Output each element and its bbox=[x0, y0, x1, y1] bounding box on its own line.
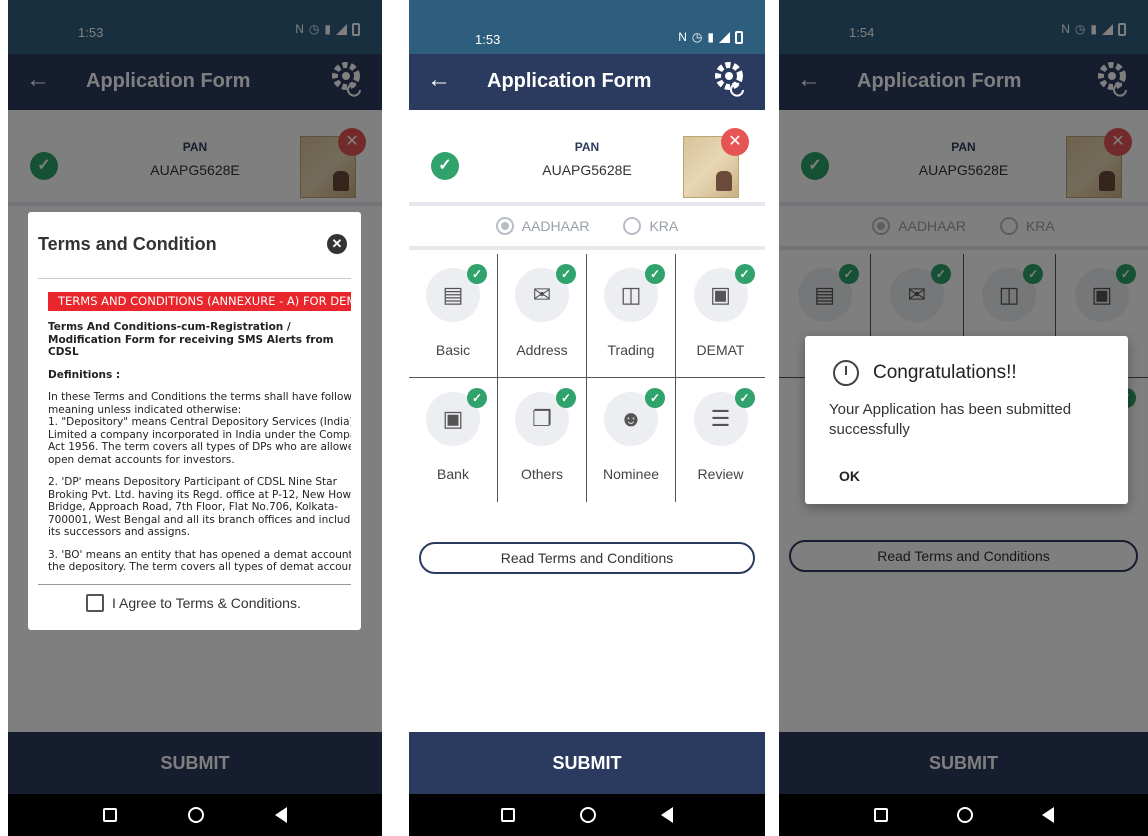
text-line: In these Terms and Conditions the terms … bbox=[48, 391, 351, 403]
recents-icon[interactable] bbox=[501, 808, 516, 822]
pan-card: ✓ PAN AUAPG5628E ✕ bbox=[409, 118, 765, 206]
gear-refresh-icon[interactable] bbox=[711, 58, 751, 98]
home-icon[interactable] bbox=[579, 807, 596, 823]
kyc-source-radio-group: AADHAAR KRA bbox=[409, 206, 765, 250]
check-circle-icon: ✓ bbox=[734, 264, 755, 284]
text-line: 700001, West Bengal and all its branch o… bbox=[48, 513, 351, 526]
section-bank[interactable]: ▣ ✓ Bank bbox=[409, 378, 498, 502]
checkbox-icon[interactable] bbox=[86, 594, 104, 612]
nfc-icon: N bbox=[678, 30, 687, 44]
section-label: Nominee bbox=[602, 466, 660, 482]
home-icon[interactable] bbox=[956, 807, 973, 823]
dialog-header: Congratulations!! bbox=[833, 360, 1017, 386]
recents-icon[interactable] bbox=[103, 808, 118, 822]
text-line: meaning unless indicated otherwise: bbox=[48, 403, 242, 416]
status-icons: N ◷ ▮ bbox=[678, 30, 743, 44]
terms-para-3: 3. 'BO' means an entity that has opened … bbox=[48, 549, 351, 574]
definitions-heading: Definitions : bbox=[48, 368, 121, 381]
radio-selected-icon[interactable] bbox=[495, 217, 514, 235]
terms-para-1: In these Terms and Conditions the terms … bbox=[48, 391, 351, 466]
terms-body[interactable]: TERMS AND CONDITIONS (ANNEXURE - A) FOR … bbox=[38, 284, 351, 582]
check-circle-icon: ✓ bbox=[734, 388, 755, 408]
text-line: the depository. The term covers all type… bbox=[48, 561, 351, 573]
screen-terms: 1:53 N ◷ ▮ ← Application Form ✓ PAN AUAP… bbox=[8, 0, 382, 836]
section-label: Bank bbox=[437, 466, 469, 482]
check-circle-icon: ✓ bbox=[556, 388, 576, 408]
close-icon[interactable]: ✕ bbox=[327, 234, 347, 254]
text-line: 3. 'BO' means an entity that has opened … bbox=[48, 548, 351, 561]
section-label: DEMAT bbox=[696, 342, 745, 358]
text-line: its successors and assigns. bbox=[48, 526, 190, 538]
main-content: ✓ PAN AUAPG5628E ✕ AADHAAR KRA ▤ ✓ Basic ✉… bbox=[409, 110, 765, 732]
section-label: Trading bbox=[607, 342, 655, 358]
radio-aadhaar[interactable]: AADHAAR bbox=[495, 217, 590, 235]
page-title: Application Form bbox=[487, 70, 652, 92]
radio-label: AADHAAR bbox=[521, 218, 590, 234]
text-line: Bridge, Approach Road, 7th Floor, Flat N… bbox=[48, 501, 339, 513]
text-line: Limited a company incorporated in India … bbox=[48, 428, 351, 441]
back-arrow-icon[interactable]: ← bbox=[427, 66, 451, 94]
screen-application-form: 1:53 N ◷ ▮ ← Application Form ✓ PAN AUAP… bbox=[409, 0, 765, 836]
section-review[interactable]: ☰ ✓ Review bbox=[676, 378, 765, 502]
dialog-message: Your Application has been submitted succ… bbox=[829, 401, 1072, 438]
terms-para-2: 2. 'DP' means Depository Participant of … bbox=[48, 476, 351, 539]
close-circle-icon[interactable]: ✕ bbox=[721, 128, 749, 156]
stopwatch-icon bbox=[833, 360, 859, 386]
terms-banner: TERMS AND CONDITIONS (ANNEXURE - A) FOR … bbox=[48, 292, 351, 311]
terms-subtitle: Terms And Conditions-cum-Registration / … bbox=[48, 321, 334, 358]
section-grid: ▤ ✓ Basic ✉ ✓ Address ◫ ✓ Trading ▣ ✓ DEMAT ▣ ✓ Ba… bbox=[409, 254, 765, 502]
success-dialog: Congratulations!! Your Application has b… bbox=[805, 336, 1128, 504]
section-others[interactable]: ❐ ✓ Others bbox=[498, 378, 587, 502]
text-line: open demat accounts for investors. bbox=[48, 453, 235, 466]
radio-empty-icon[interactable] bbox=[623, 217, 642, 235]
text-line: 2. 'DP' means Depository Participant of … bbox=[48, 476, 337, 488]
check-circle-icon: ✓ bbox=[467, 388, 487, 408]
home-icon[interactable] bbox=[187, 807, 204, 823]
system-nav-bar bbox=[779, 794, 1148, 836]
ok-button[interactable]: OK bbox=[839, 468, 860, 484]
section-label: Others bbox=[520, 466, 563, 482]
app-toolbar: ← Application Form bbox=[409, 54, 765, 110]
back-icon[interactable] bbox=[660, 807, 673, 823]
recents-icon[interactable] bbox=[873, 808, 888, 822]
section-label: Basic bbox=[435, 342, 471, 358]
text-line: Broking Pvt. Ltd. having its Regd. offic… bbox=[48, 488, 351, 501]
vibrate-icon: ▮ bbox=[707, 30, 714, 44]
section-trading[interactable]: ◫ ✓ Trading bbox=[587, 254, 676, 378]
system-nav-bar bbox=[409, 794, 765, 836]
text-line: 1. "Depository" means Central Depository… bbox=[48, 416, 351, 428]
section-label: Address bbox=[516, 342, 568, 358]
dialog-title: Congratulations!! bbox=[873, 362, 1017, 383]
section-nominee[interactable]: ☻ ✓ Nominee bbox=[587, 378, 676, 502]
system-nav-bar bbox=[8, 794, 382, 836]
agree-label: I Agree to Terms & Conditions. bbox=[112, 595, 301, 611]
section-demat[interactable]: ▣ ✓ DEMAT bbox=[676, 254, 765, 378]
back-icon[interactable] bbox=[274, 807, 287, 823]
check-circle-icon: ✓ bbox=[467, 264, 487, 284]
radio-label: KRA bbox=[649, 218, 679, 234]
section-address[interactable]: ✉ ✓ Address bbox=[498, 254, 587, 378]
check-circle-icon: ✓ bbox=[645, 264, 665, 284]
signal-icon bbox=[719, 31, 730, 43]
section-label: Review bbox=[697, 466, 744, 482]
terms-dialog: Terms and Condition ✕ TERMS AND CONDITIO… bbox=[28, 212, 361, 630]
status-time: 1:53 bbox=[475, 32, 501, 47]
text-line: Act 1956. The term covers all types of D… bbox=[48, 441, 351, 453]
alarm-icon: ◷ bbox=[691, 30, 703, 44]
read-terms-button[interactable]: Read Terms and Conditions bbox=[419, 542, 755, 574]
dialog-title: Terms and Condition bbox=[38, 234, 217, 254]
back-icon[interactable] bbox=[1041, 807, 1054, 823]
check-circle-icon: ✓ bbox=[645, 388, 665, 408]
radio-kra[interactable]: KRA bbox=[623, 217, 678, 235]
status-bar: 1:53 N ◷ ▮ bbox=[409, 0, 765, 54]
submit-button[interactable]: SUBMIT bbox=[409, 732, 765, 794]
section-basic[interactable]: ▤ ✓ Basic bbox=[409, 254, 498, 378]
agree-terms-checkbox[interactable]: I Agree to Terms & Conditions. bbox=[86, 594, 301, 612]
screen-submitted: 1:54 N ◷ ▮ ← Application Form ✓ PAN AUAP… bbox=[779, 0, 1148, 836]
check-circle-icon: ✓ bbox=[556, 264, 576, 284]
battery-icon bbox=[735, 30, 743, 44]
